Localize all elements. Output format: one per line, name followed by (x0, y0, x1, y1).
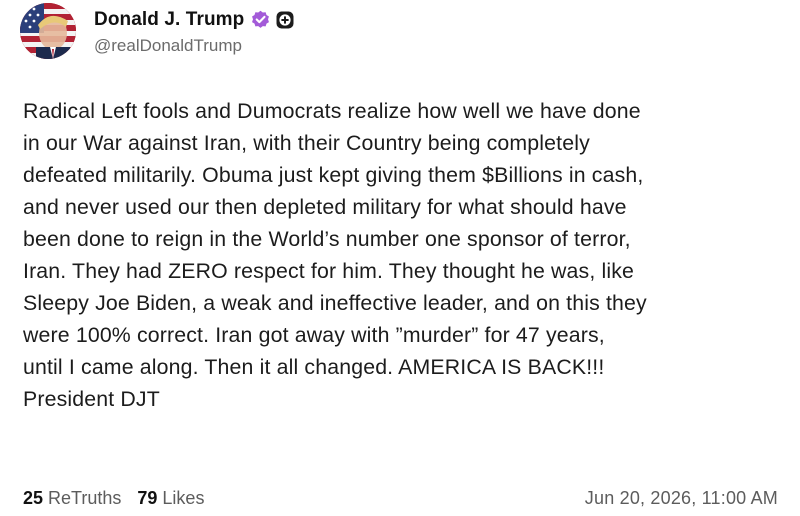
post-header: Donald J. Trump @realDonaldTrump (20, 2, 294, 60)
post-body-text: Radical Left fools and Dumocrats realize… (23, 99, 647, 411)
retruths-label: ReTruths (48, 487, 122, 508)
author-handle[interactable]: @realDonaldTrump (94, 36, 294, 56)
author-display-name[interactable]: Donald J. Trump (94, 9, 244, 31)
avatar-image (20, 3, 76, 59)
plus-icon[interactable] (276, 11, 294, 29)
likes-label: Likes (162, 487, 205, 508)
likes-count: 79 (137, 487, 158, 508)
retruths-stat[interactable]: 25 ReTruths (23, 488, 121, 509)
post-card: Donald J. Trump @realDonaldTrump Radical… (0, 0, 800, 516)
retruths-count: 25 (23, 487, 44, 508)
post-timestamp[interactable]: Jun 20, 2026, 11:00 AM (585, 488, 778, 509)
author-identity: Donald J. Trump @realDonaldTrump (94, 7, 294, 56)
post-footer: 25 ReTruths 79 Likes Jun 20, 2026, 11:00… (23, 485, 778, 511)
verified-check-icon (251, 10, 270, 29)
likes-stat[interactable]: 79 Likes (137, 488, 204, 509)
name-row: Donald J. Trump (94, 7, 294, 33)
avatar[interactable] (20, 3, 76, 59)
